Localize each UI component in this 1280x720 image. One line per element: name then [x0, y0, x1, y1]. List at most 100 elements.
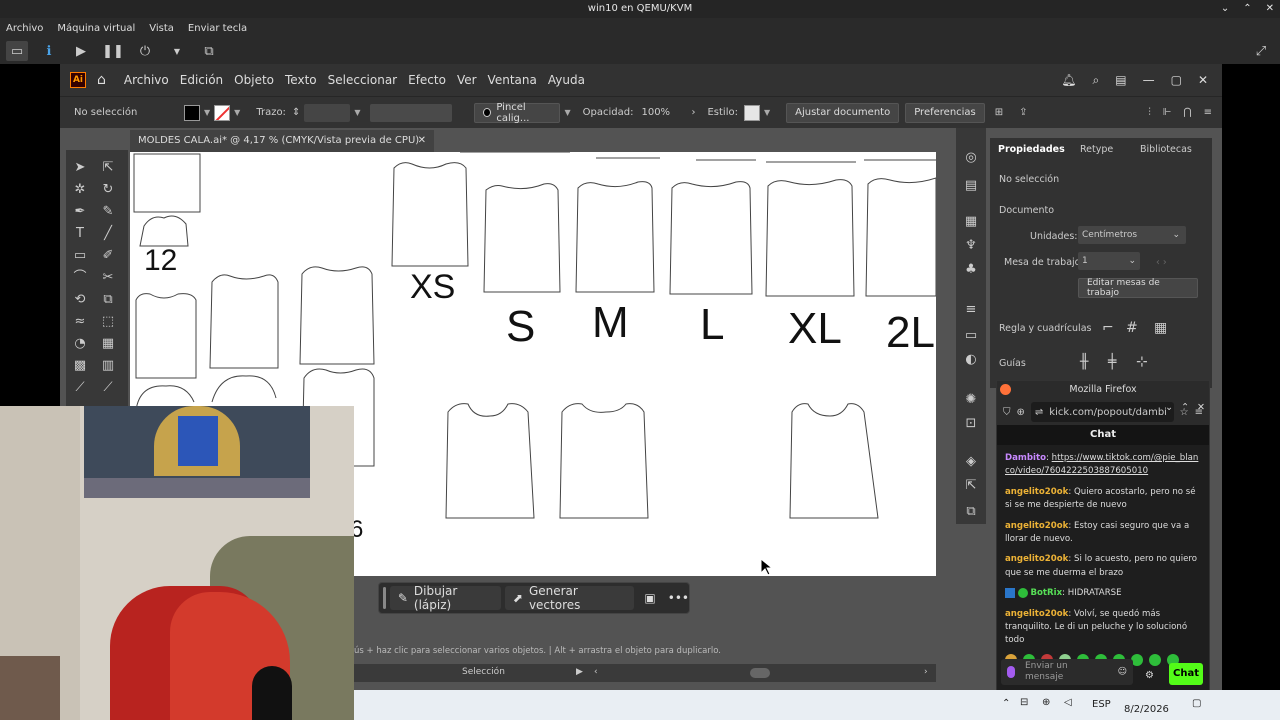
url-field[interactable]: ⇌ kick.com/popout/dambi: [1030, 402, 1174, 422]
pattern-shape[interactable]: [133, 153, 201, 213]
chevron-right-icon[interactable]: ›: [924, 667, 928, 677]
window-restore-icon[interactable]: ▢: [1171, 73, 1182, 88]
distribute-icon[interactable]: ⊩: [1163, 107, 1172, 118]
tab-retype[interactable]: Retype: [1080, 144, 1113, 155]
lasso-icon[interactable]: ↻: [98, 180, 118, 200]
edit-artboards-button[interactable]: Editar mesas de trabajo: [1078, 278, 1198, 298]
menu-ver[interactable]: Ver: [457, 73, 477, 87]
menu-objeto[interactable]: Objeto: [234, 73, 274, 87]
vm-menu-enviar-tecla[interactable]: Enviar tecla: [188, 23, 247, 34]
chat-username[interactable]: angelito20ok: [1005, 554, 1068, 564]
rotate-icon[interactable]: ⟲: [70, 290, 90, 310]
globe-icon[interactable]: ⊕: [1042, 697, 1050, 708]
opacity-value[interactable]: 100%: [641, 107, 681, 118]
chat-username[interactable]: angelito20ok: [1005, 487, 1068, 497]
light-icon[interactable]: ✺: [961, 390, 981, 410]
appearance-icon[interactable]: ◎: [961, 148, 981, 168]
chevron-up-icon[interactable]: ⌃: [1002, 698, 1010, 709]
stroke-weight-field[interactable]: [304, 103, 351, 122]
pattern-shape-m[interactable]: [575, 181, 655, 293]
power-icon[interactable]: ⏻: [134, 41, 156, 61]
shape-builder-icon[interactable]: ◔: [70, 334, 90, 354]
color-icon[interactable]: ◐: [961, 350, 981, 370]
align-panel-icon[interactable]: ≡: [961, 300, 981, 320]
pen-tool-icon[interactable]: ✒: [70, 202, 90, 222]
gear-icon[interactable]: ⚙: [1145, 670, 1154, 681]
play-icon[interactable]: ▶: [70, 41, 92, 61]
fit-document-button[interactable]: Ajustar documento: [786, 102, 900, 123]
direct-selection-icon[interactable]: ⇱: [98, 158, 118, 178]
drag-handle[interactable]: [383, 587, 386, 609]
stepper-icon[interactable]: ⇕: [292, 107, 300, 118]
blend-icon[interactable]: ⟋: [98, 378, 118, 398]
emote-icon[interactable]: [1149, 653, 1161, 666]
menu-icon[interactable]: ≡: [1204, 107, 1212, 118]
volume-icon[interactable]: ◁: [1064, 697, 1072, 708]
line-tool-icon[interactable]: ╱: [98, 224, 118, 244]
monitor-icon[interactable]: ▭: [6, 41, 28, 61]
fill-swatch[interactable]: [184, 104, 200, 121]
puppet-icon[interactable]: ♆: [961, 236, 981, 256]
draw-pencil-button[interactable]: ✎ Dibujar (lápiz): [389, 584, 501, 612]
smart-guides-icon[interactable]: ⊹: [1136, 354, 1148, 370]
pattern-shape[interactable]: [211, 375, 277, 403]
chevron-down-icon[interactable]: ▼: [234, 108, 240, 117]
paintbrush-icon[interactable]: ✐: [98, 246, 118, 266]
window-close-icon[interactable]: ✕: [1198, 73, 1208, 88]
chat-username[interactable]: BotRix: [1030, 588, 1062, 598]
menu-efecto[interactable]: Efecto: [408, 73, 446, 87]
vm-menu-vista[interactable]: Vista: [149, 23, 174, 34]
home-icon[interactable]: ⌂: [97, 72, 106, 88]
clock-date[interactable]: 8/2/2026: [1124, 704, 1169, 715]
shield-icon[interactable]: ⛉: [1003, 407, 1011, 418]
shaper-icon[interactable]: ⌒: [70, 268, 90, 288]
close-button[interactable]: ✕: [1266, 0, 1274, 18]
free-transform-icon[interactable]: ⬚: [98, 312, 118, 332]
notifications-icon[interactable]: ▢: [1192, 698, 1201, 709]
vm-menu-maquina[interactable]: Máquina virtual: [57, 23, 135, 34]
chat-username[interactable]: angelito20ok: [1005, 609, 1068, 619]
network-icon[interactable]: ⊟: [1020, 697, 1028, 708]
close-icon[interactable]: ✕: [418, 130, 426, 152]
minimize-button[interactable]: ⌄: [1221, 0, 1229, 18]
tab-libraries[interactable]: Bibliotecas: [1140, 144, 1192, 155]
pattern-shape[interactable]: [559, 403, 649, 519]
align-icon[interactable]: ⫶: [1148, 107, 1151, 118]
variable-width-field[interactable]: [370, 103, 453, 122]
menu-seleccionar[interactable]: Seleccionar: [328, 73, 397, 87]
transparency-grid-icon[interactable]: ▦: [1154, 320, 1167, 336]
asset-export-icon[interactable]: ⇱: [961, 476, 981, 496]
chevron-left-icon[interactable]: ‹: [594, 667, 598, 677]
artboard-field[interactable]: 1 ⌄: [1078, 252, 1140, 270]
workspace-icon[interactable]: ▤: [1115, 73, 1126, 88]
maximize-button[interactable]: ⌃: [1243, 0, 1251, 18]
lock-icon[interactable]: ⊕: [1017, 407, 1025, 418]
type-tool-icon[interactable]: T: [70, 224, 90, 244]
pattern-shape-xl[interactable]: [765, 179, 855, 297]
snapshot-icon[interactable]: ⧉: [198, 41, 220, 61]
style-swatch[interactable]: [743, 104, 760, 121]
symbols-icon[interactable]: ♣: [961, 260, 981, 280]
pause-icon[interactable]: ❚❚: [102, 41, 124, 61]
image-icon[interactable]: ▣: [644, 591, 655, 605]
generate-vectors-button[interactable]: ⬈ Generar vectores: [504, 584, 635, 612]
window-minimize-icon[interactable]: —: [1143, 73, 1155, 88]
menu-archivo[interactable]: Archivo: [124, 73, 169, 87]
preferences-button[interactable]: Preferencias: [905, 102, 985, 123]
pattern-shape-s[interactable]: [483, 183, 561, 293]
arrange-icon[interactable]: ⊞: [995, 107, 1003, 118]
maximize-icon[interactable]: ⌃: [1181, 399, 1189, 417]
curvature-icon[interactable]: ✎: [98, 202, 118, 222]
mesh-icon[interactable]: ▩: [70, 356, 90, 376]
mic-icon[interactable]: [1007, 666, 1015, 678]
fullscreen-icon[interactable]: ⤢: [1250, 41, 1272, 61]
bell-icon[interactable]: 🔔︎: [1061, 73, 1076, 88]
chat-username[interactable]: angelito20ok: [1005, 521, 1068, 531]
info-icon[interactable]: ℹ: [38, 41, 60, 61]
perspective-icon[interactable]: ▦: [98, 334, 118, 354]
chat-username[interactable]: Dambito: [1005, 453, 1046, 463]
vm-menu-archivo[interactable]: Archivo: [6, 23, 43, 34]
chat-send-button[interactable]: Chat: [1169, 663, 1203, 685]
layers-icon[interactable]: ◈: [961, 452, 981, 472]
artboards-icon[interactable]: ⧉: [961, 502, 981, 522]
